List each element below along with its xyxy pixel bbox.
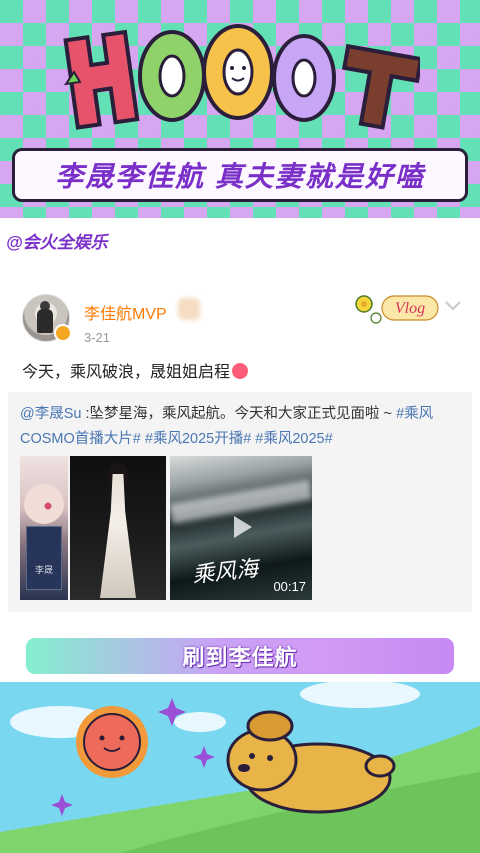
- heart-eyes-emoji-icon: [232, 363, 249, 379]
- repost-body: :坠梦星海，乘风起航。今天和大家正式见面啦 ~: [81, 406, 397, 422]
- post-date: 3-21: [84, 330, 111, 345]
- thumb-caption: 李晟: [35, 565, 54, 575]
- hashtag-link[interactable]: #乘风2025开播#: [145, 431, 251, 447]
- repost-author-link[interactable]: @李晟Su: [20, 406, 81, 422]
- post-text: 今天，乘风破浪，晟姐姐启程: [22, 364, 231, 381]
- play-icon[interactable]: [226, 512, 256, 542]
- repost-card[interactable]: @李晟Su :坠梦星海，乘风起航。今天和大家正式见面啦 ~ #乘风COSMO首播…: [8, 392, 472, 612]
- vlog-sticker-label: Vlog: [395, 300, 425, 317]
- source-tag: @会火全娱乐: [6, 233, 108, 252]
- vip-badge-icon: [54, 324, 72, 342]
- video-thumbnail[interactable]: 乘风海 00:17: [170, 456, 312, 600]
- headline-title: 李晟李佳航 真夫妻就是好嗑: [12, 148, 468, 202]
- username-badge-icon: [178, 298, 200, 320]
- hooot-logo: [63, 24, 420, 130]
- chevron-down-icon[interactable]: [444, 300, 462, 312]
- hashtag-link[interactable]: #乘风2025#: [255, 431, 332, 447]
- media-thumbnail[interactable]: 李晟: [20, 456, 68, 600]
- media-thumbnail[interactable]: [70, 456, 166, 600]
- sun-icon: [76, 706, 148, 778]
- repost-text: @李晟Su :坠梦星海，乘风起航。今天和大家正式见面啦 ~ #乘风COSMO首播…: [20, 402, 466, 452]
- post-username[interactable]: 李佳航MVP: [84, 300, 167, 324]
- section-banner: 刷到李佳航: [26, 638, 454, 674]
- vlog-sticker-icon: Vlog: [355, 295, 439, 324]
- video-duration: 00:17: [273, 579, 306, 594]
- cartoon-illustration: [0, 682, 480, 853]
- header-banner: 李晟李佳航 真夫妻就是好嗑: [0, 0, 480, 218]
- weibo-post-card: 李佳航MVP 3-21 Vlog 今天，乘风破浪，晟姐姐启程 @李晟Su :坠梦…: [0, 262, 480, 634]
- video-caption: 乘风海: [191, 556, 260, 589]
- post-body: 今天，乘风破浪，晟姐姐启程: [22, 358, 249, 382]
